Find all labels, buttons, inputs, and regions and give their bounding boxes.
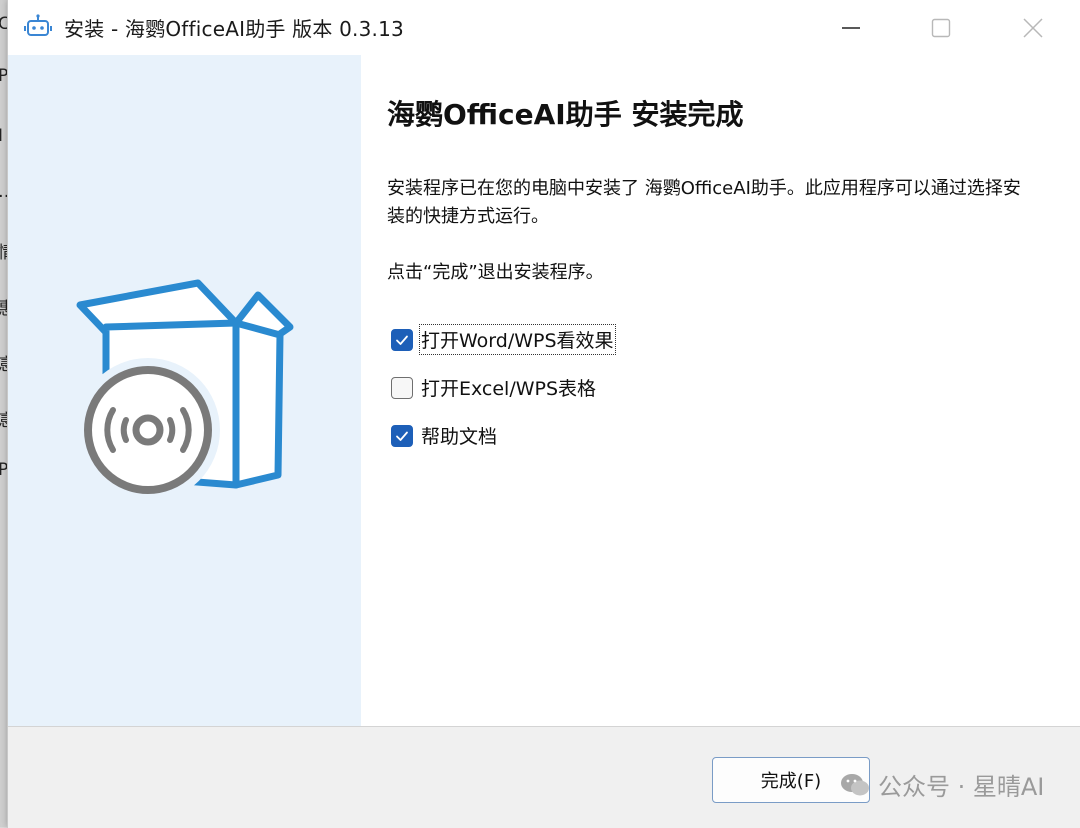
checkmark-icon (396, 431, 408, 441)
option-label: 打开Word/WPS看效果 (419, 324, 616, 355)
minimize-icon (842, 26, 860, 29)
wizard-content: 海鹦OfficeAI助手 安装完成 安装程序已在您的电脑中安装了 海鹦Offic… (361, 55, 1080, 726)
software-box-cd-icon (76, 279, 294, 502)
checkbox-open-excel[interactable] (391, 376, 413, 399)
wizard-side-panel (8, 55, 361, 726)
exit-instruction: 点击“完成”退出安装程序。 (387, 262, 604, 283)
close-button[interactable] (987, 0, 1079, 55)
page-title: 海鹦OfficeAI助手 安装完成 (387, 98, 744, 131)
installer-window: 安装 - 海鹦OfficeAI助手 版本 0.3.13 海鹦OfficeAI助手… (7, 0, 1080, 828)
wechat-icon (841, 773, 869, 795)
option-label: 打开Excel/WPS表格 (421, 378, 597, 400)
checkbox-help-docs[interactable] (391, 424, 413, 447)
checkmark-icon (396, 335, 408, 345)
maximize-button[interactable] (895, 0, 987, 55)
option-open-word[interactable]: 打开Word/WPS看效果 (391, 324, 616, 355)
window-title: 安装 - 海鹦OfficeAI助手 版本 0.3.13 (64, 17, 404, 41)
robot-app-icon (24, 14, 52, 36)
checkbox-open-word[interactable] (391, 328, 413, 351)
option-label: 帮助文档 (421, 426, 498, 448)
watermark: 公众号 · 星晴AI (840, 767, 1044, 802)
close-icon (1023, 17, 1043, 38)
option-open-excel[interactable]: 打开Excel/WPS表格 (391, 374, 596, 401)
background-text-fragment: I (0, 126, 4, 146)
title-bar[interactable]: 安装 - 海鹦OfficeAI助手 版本 0.3.13 (8, 0, 1080, 55)
wizard-footer: 完成(F) 公众号 · 星晴AI (8, 726, 1080, 828)
minimize-button[interactable] (805, 0, 897, 55)
option-help-docs[interactable]: 帮助文档 (391, 422, 497, 449)
watermark-text: 公众号 · 星晴AI (878, 773, 1045, 801)
completion-message: 安装程序已在您的电脑中安装了 海鹦OfficeAI助手。此应用程序可以通过选择安… (387, 178, 1021, 227)
maximize-icon (931, 18, 951, 37)
